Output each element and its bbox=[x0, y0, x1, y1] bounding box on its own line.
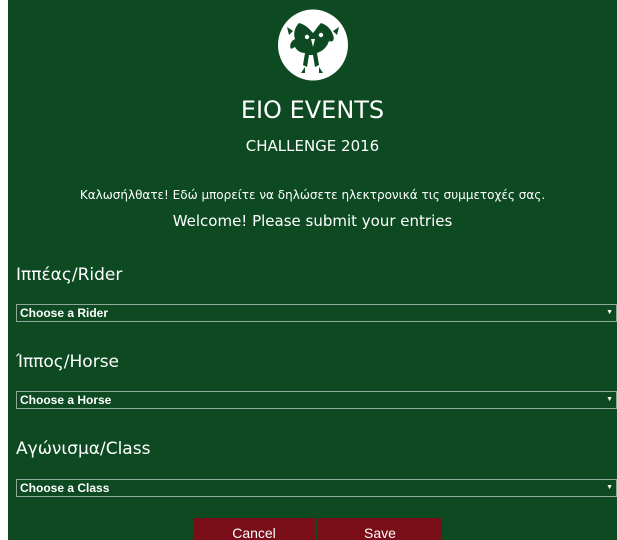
rider-select[interactable]: Choose a Rider ▼ bbox=[16, 304, 617, 322]
page-subtitle: CHALLENGE 2016 bbox=[245, 137, 380, 155]
rider-select-value: Choose a Rider bbox=[20, 306, 109, 320]
horse-select-value: Choose a Horse bbox=[20, 393, 112, 407]
welcome-message-english: Welcome! Please submit your entries bbox=[172, 212, 453, 230]
horse-label: Ίππος/Horse bbox=[16, 352, 120, 372]
page-title: EIO EVENTS bbox=[240, 96, 385, 124]
dropdown-arrow-icon: ▼ bbox=[606, 484, 613, 491]
rider-label: Ιππέας/Rider bbox=[16, 265, 123, 285]
class-label: Αγώνισμα/Class bbox=[16, 439, 151, 459]
dropdown-arrow-icon: ▼ bbox=[606, 309, 613, 316]
horse-select[interactable]: Choose a Horse ▼ bbox=[16, 391, 617, 409]
dropdown-arrow-icon: ▼ bbox=[606, 396, 613, 403]
class-select[interactable]: Choose a Class ▼ bbox=[16, 479, 617, 497]
save-button[interactable]: Save bbox=[318, 518, 442, 540]
entry-form-panel: EIO EVENTS CHALLENGE 2016 Καλωσήλθατε! Ε… bbox=[8, 0, 617, 540]
horses-logo-icon bbox=[278, 9, 348, 81]
class-select-value: Choose a Class bbox=[20, 481, 110, 495]
cancel-button[interactable]: Cancel bbox=[193, 518, 315, 540]
welcome-message-greek: Καλωσήλθατε! Εδώ μπορείτε να δηλώσετε ηλ… bbox=[79, 188, 546, 202]
